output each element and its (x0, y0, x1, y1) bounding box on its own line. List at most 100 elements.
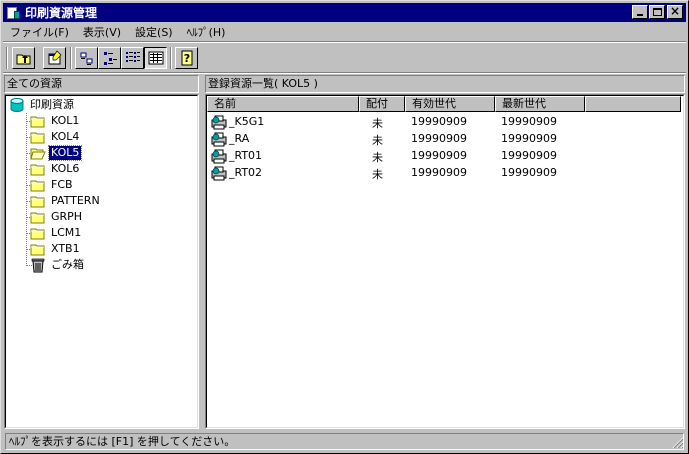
properties-button[interactable] (43, 47, 66, 69)
small-icons-view-icon (104, 52, 117, 65)
list-row[interactable]: _K5G1 未 19990909 19990909 (207, 113, 683, 130)
list-view-icon (126, 52, 140, 62)
svg-text:?: ? (184, 52, 190, 65)
folder-icon (30, 196, 45, 208)
list-view-button[interactable] (121, 47, 144, 69)
row-name: _RT01 (229, 149, 263, 162)
row-latest-generation: 19990909 (501, 115, 557, 128)
menu-separator (3, 41, 686, 43)
row-latest-generation: 19990909 (501, 149, 557, 162)
tree-item-label: GRPH (51, 210, 83, 223)
tree-root[interactable]: 印刷資源 (9, 97, 76, 113)
large-icons-view-button[interactable] (75, 47, 98, 69)
menu-view[interactable]: 表示(V) (76, 24, 128, 40)
details-view-icon (148, 51, 164, 65)
tree-item-trash[interactable]: ごみ箱 (30, 257, 86, 273)
column-header-latest-generation[interactable]: 最新世代 (495, 96, 585, 112)
toolbar-separator (70, 47, 72, 69)
column-header-effective-generation[interactable]: 有効世代 (405, 96, 495, 112)
list-row[interactable]: _RT02 未 19990909 19990909 (207, 164, 683, 181)
menu-file[interactable]: ファイル(F) (3, 24, 76, 40)
row-latest-generation: 19990909 (501, 166, 557, 179)
up-folder-button[interactable] (12, 47, 35, 69)
tree-item-kol5[interactable]: KOL5 (30, 145, 83, 161)
minimize-icon (637, 14, 643, 16)
minimize-button[interactable] (632, 5, 648, 19)
main-window: 印刷資源管理 × ファイル(F) 表示(V) 設定(S) ﾍﾙﾌﾟ(H) ? 全… (0, 0, 689, 454)
row-effective-generation: 19990909 (411, 149, 467, 162)
tree-item-label: ごみ箱 (51, 258, 84, 271)
tree-pane-header: 全ての資源 (4, 75, 199, 93)
toolbar: ? (3, 44, 686, 72)
tree-item-label: KOL5 (47, 145, 83, 161)
row-name: _K5G1 (229, 115, 265, 128)
row-distribution: 未 (372, 134, 383, 147)
properties-icon (48, 50, 62, 65)
tree-pane: 印刷資源 KOL1 KOL4 KOL5 KOL6 FCB PATTERN GRP… (4, 94, 199, 429)
printer-resource-icon (211, 132, 227, 147)
status-text: ﾍﾙﾌﾟを表示するには [F1] を押してください。 (5, 433, 684, 450)
column-header-empty[interactable] (585, 96, 681, 112)
list-row[interactable]: _RT01 未 19990909 19990909 (207, 147, 683, 164)
close-button[interactable]: × (667, 4, 683, 19)
tree-item-lcm1[interactable]: LCM1 (30, 225, 83, 241)
app-icon (6, 5, 22, 21)
tree-item-kol6[interactable]: KOL6 (30, 161, 81, 177)
title-bar[interactable]: 印刷資源管理 × (3, 3, 686, 22)
row-effective-generation: 19990909 (411, 115, 467, 128)
status-bar: ﾍﾙﾌﾟを表示するには [F1] を押してください。 (3, 431, 686, 451)
tree-item-label: LCM1 (51, 226, 82, 239)
row-distribution: 未 (372, 168, 383, 181)
toolbar-separator-2 (170, 47, 172, 69)
folder-icon (30, 132, 45, 144)
tree-item-grph[interactable]: GRPH (30, 209, 84, 225)
folder-icon (30, 164, 45, 176)
help-icon: ? (181, 50, 193, 66)
menu-bar: ファイル(F) 表示(V) 設定(S) ﾍﾙﾌﾟ(H) (3, 23, 686, 41)
up-folder-icon (16, 54, 31, 65)
maximize-button[interactable] (649, 5, 665, 19)
small-icons-view-button[interactable] (98, 47, 121, 69)
column-header-distribution[interactable]: 配付 (359, 96, 405, 112)
tree-item-xtb1[interactable]: XTB1 (30, 241, 82, 257)
row-distribution: 未 (372, 151, 383, 164)
column-headers: 名前 配付 有効世代 最新世代 (207, 96, 681, 112)
close-icon: × (669, 4, 681, 18)
tree-connector (26, 113, 27, 266)
list-row[interactable]: _RA 未 19990909 19990909 (207, 130, 683, 147)
column-header-name[interactable]: 名前 (207, 96, 359, 112)
tree-item-kol1[interactable]: KOL1 (30, 113, 81, 129)
folder-icon (30, 244, 45, 256)
large-icons-view-icon (80, 52, 93, 65)
tree-item-label: XTB1 (51, 242, 80, 255)
details-view-button[interactable] (144, 47, 167, 69)
row-distribution: 未 (372, 117, 383, 130)
tree-item-kol4[interactable]: KOL4 (30, 129, 81, 145)
folder-icon (30, 180, 45, 192)
printer-resource-icon (211, 166, 227, 181)
folder-icon (30, 212, 45, 224)
tree-item-label: FCB (51, 178, 73, 191)
tree-item-fcb[interactable]: FCB (30, 177, 75, 193)
list-pane: 名前 配付 有効世代 最新世代 _K5G1 未 19990909 1999090… (205, 94, 685, 429)
help-button[interactable]: ? (175, 47, 198, 69)
resize-grip-icon[interactable] (672, 437, 684, 449)
maximize-icon (653, 8, 662, 16)
open-folder-icon (30, 148, 46, 160)
row-name: _RT02 (229, 166, 263, 179)
row-latest-generation: 19990909 (501, 132, 557, 145)
tree-item-pattern[interactable]: PATTERN (30, 193, 102, 209)
toolbar-grip (6, 47, 8, 69)
row-effective-generation: 19990909 (411, 166, 467, 179)
database-icon (10, 98, 24, 112)
row-name: _RA (229, 132, 250, 145)
printer-resource-icon (211, 115, 227, 130)
folder-icon (30, 228, 45, 240)
tree-item-label: KOL1 (51, 114, 80, 127)
menu-settings[interactable]: 設定(S) (128, 24, 180, 40)
toolbar-separator-line (3, 72, 686, 74)
window-title: 印刷資源管理 (25, 6, 98, 20)
menu-help[interactable]: ﾍﾙﾌﾟ(H) (180, 24, 233, 40)
tree-item-label: PATTERN (51, 194, 100, 207)
printer-resource-icon (211, 149, 227, 164)
